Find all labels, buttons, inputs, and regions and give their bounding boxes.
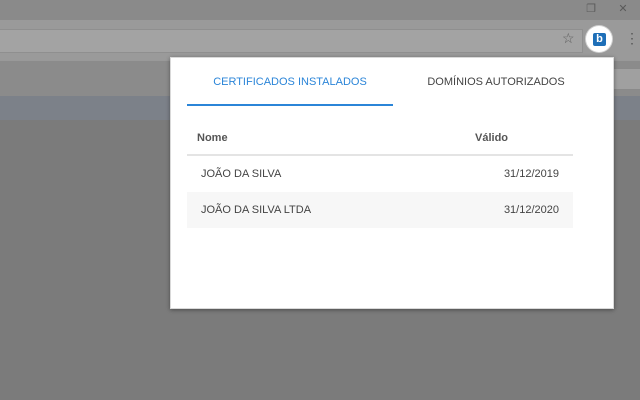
address-bar[interactable] <box>0 29 583 53</box>
popup-tabs: CERTIFICADOS INSTALADOS DOMÍNIOS AUTORIZ… <box>187 58 599 106</box>
certificate-name: JOÃO DA SILVA LTDA <box>187 192 465 228</box>
certificate-valid-date: 31/12/2020 <box>465 192 573 228</box>
extension-popup: CERTIFICADOS INSTALADOS DOMÍNIOS AUTORIZ… <box>170 57 614 309</box>
table-row[interactable]: JOÃO DA SILVA 31/12/2019 <box>187 155 573 192</box>
column-header-valid: Válido <box>465 122 573 156</box>
browser-menu-icon[interactable]: ⋮ <box>625 31 639 45</box>
tab-dominios-autorizados[interactable]: DOMÍNIOS AUTORIZADOS <box>393 58 599 106</box>
table-row[interactable]: JOÃO DA SILVA LTDA 31/12/2020 <box>187 192 573 228</box>
tab-certificados-instalados[interactable]: CERTIFICADOS INSTALADOS <box>187 58 393 106</box>
certificate-name: JOÃO DA SILVA <box>201 168 282 180</box>
extension-b-icon: b <box>593 33 606 46</box>
certificates-table: Nome Válido JOÃO DA SILVA 31/12/2019 JOÃ… <box>187 122 573 228</box>
extension-button[interactable]: b <box>586 26 612 52</box>
close-window-button[interactable]: ✕ <box>616 2 630 16</box>
certificate-valid-date: 31/12/2019 <box>503 168 559 180</box>
restore-window-button[interactable]: ❐ <box>584 2 598 16</box>
table-header-row: Nome Válido <box>187 122 573 156</box>
page-search-field[interactable] <box>612 68 640 90</box>
bookmark-star-icon[interactable]: ☆ <box>562 30 575 47</box>
column-header-name: Nome <box>187 122 465 156</box>
title-bar: ❐ ✕ <box>0 0 640 20</box>
